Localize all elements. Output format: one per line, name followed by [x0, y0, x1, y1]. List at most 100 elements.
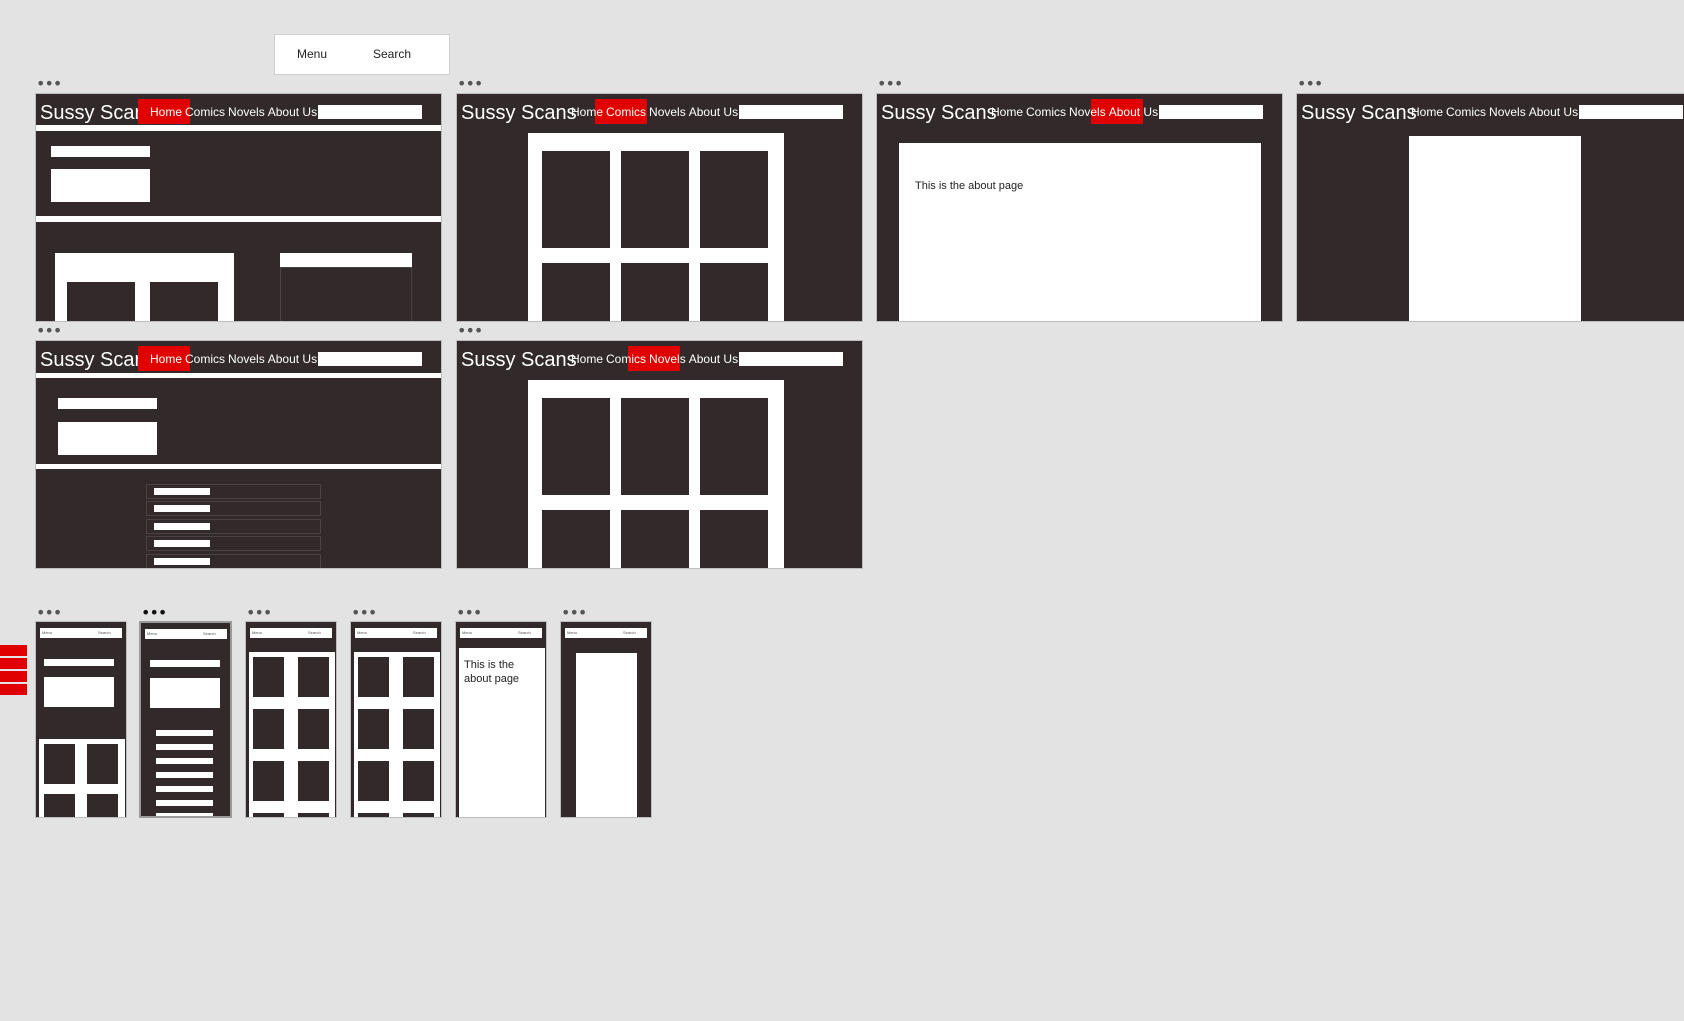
artboard-novel-detail[interactable]: Sussy Scans Home Comics Novels About Us	[35, 340, 442, 569]
nav-novels[interactable]: Novels	[228, 105, 265, 119]
mobile-menu-button[interactable]: Menu	[357, 630, 367, 635]
side-handle[interactable]	[0, 645, 27, 656]
mobile-search-button[interactable]: Search	[623, 630, 636, 635]
artboard-options-icon[interactable]: •••	[457, 323, 483, 339]
novel-thumb[interactable]	[358, 813, 389, 817]
comic-thumb[interactable]	[87, 744, 118, 784]
novel-thumb[interactable]	[358, 709, 389, 749]
nav-home[interactable]: Home	[150, 352, 182, 366]
novel-thumb[interactable]	[403, 657, 434, 697]
mobile-artboard-comics[interactable]: Menu Search	[245, 621, 337, 818]
chapter-label[interactable]	[156, 813, 213, 816]
mobile-menu-button[interactable]: Menu	[42, 630, 52, 635]
novel-thumb[interactable]	[403, 709, 434, 749]
search-input[interactable]	[739, 352, 843, 366]
mobile-artboard-novel-detail[interactable]: Menu Search	[139, 621, 232, 818]
nav-about[interactable]: About Us	[689, 352, 738, 366]
comic-thumb[interactable]	[621, 151, 689, 248]
mobile-artboard-novels[interactable]: Menu Search	[350, 621, 442, 818]
chapter-label[interactable]	[156, 786, 213, 792]
nav-novels[interactable]: Novels	[649, 105, 686, 119]
nav-about[interactable]: About Us	[1109, 105, 1158, 119]
comic-thumb[interactable]	[253, 709, 284, 749]
comic-thumb[interactable]	[253, 761, 284, 801]
nav-home[interactable]: Home	[571, 352, 603, 366]
artboard-reader[interactable]: Sussy Scans Home Comics Novels About Us	[1296, 93, 1684, 322]
comic-thumb[interactable]	[44, 794, 75, 817]
artboard-options-icon[interactable]: •••	[456, 605, 482, 621]
comic-thumb[interactable]	[298, 709, 329, 749]
nav-novels[interactable]: Novels	[649, 352, 686, 366]
artboard-home[interactable]: Sussy Scans Home Comics Novels About Us	[35, 93, 442, 322]
search-input[interactable]	[1159, 105, 1263, 119]
mobile-menu-button[interactable]: Menu	[252, 630, 262, 635]
nav-comics[interactable]: Comics	[1446, 105, 1486, 119]
nav-novels[interactable]: Novels	[228, 352, 265, 366]
comic-thumb[interactable]	[44, 744, 75, 784]
artboard-options-icon[interactable]: •••	[36, 76, 62, 92]
novel-thumb[interactable]	[358, 657, 389, 697]
comic-thumb[interactable]	[542, 151, 610, 248]
chapter-label[interactable]	[156, 800, 213, 806]
mobile-menu-button[interactable]: Menu	[147, 631, 157, 636]
artboard-options-icon[interactable]: •••	[141, 605, 167, 621]
mobile-menu-button[interactable]: Menu	[462, 630, 472, 635]
search-button[interactable]: Search	[373, 47, 411, 61]
side-handle[interactable]	[0, 658, 27, 669]
artboard-comics[interactable]: Sussy Scans Home Comics Novels About Us	[456, 93, 863, 322]
nav-about[interactable]: About Us	[268, 105, 317, 119]
comic-thumb[interactable]	[67, 282, 135, 321]
mobile-search-button[interactable]: Search	[203, 631, 216, 636]
artboard-options-icon[interactable]: •••	[457, 76, 483, 92]
chapter-label[interactable]	[156, 744, 213, 750]
nav-about[interactable]: About Us	[1529, 105, 1578, 119]
comic-thumb[interactable]	[87, 794, 118, 817]
novel-thumb[interactable]	[700, 510, 768, 568]
novel-thumb[interactable]	[403, 761, 434, 801]
artboard-options-icon[interactable]: •••	[877, 76, 903, 92]
search-input[interactable]	[318, 105, 422, 119]
artboard-options-icon[interactable]: •••	[246, 605, 272, 621]
nav-comics[interactable]: Comics	[606, 105, 646, 119]
comic-thumb[interactable]	[253, 657, 284, 697]
comic-thumb[interactable]	[298, 813, 329, 817]
artboard-options-icon[interactable]: •••	[1297, 76, 1323, 92]
comic-thumb[interactable]	[298, 761, 329, 801]
nav-home[interactable]: Home	[991, 105, 1023, 119]
nav-comics[interactable]: Comics	[606, 352, 646, 366]
nav-novels[interactable]: Novels	[1489, 105, 1526, 119]
novel-thumb[interactable]	[358, 761, 389, 801]
search-input[interactable]	[1579, 105, 1683, 119]
nav-comics[interactable]: Comics	[1026, 105, 1066, 119]
novel-thumb[interactable]	[542, 398, 610, 495]
novel-thumb[interactable]	[542, 510, 610, 568]
comic-thumb[interactable]	[700, 151, 768, 248]
mobile-search-button[interactable]: Search	[413, 630, 426, 635]
comic-thumb[interactable]	[621, 263, 689, 321]
mobile-artboard-about[interactable]: Menu Search This is the about page	[455, 621, 547, 818]
chapter-label[interactable]	[156, 758, 213, 764]
comic-thumb[interactable]	[700, 263, 768, 321]
mobile-search-button[interactable]: Search	[308, 630, 321, 635]
nav-about[interactable]: About Us	[268, 352, 317, 366]
mobile-search-button[interactable]: Search	[518, 630, 531, 635]
chapter-label[interactable]	[156, 730, 213, 736]
side-handle[interactable]	[0, 671, 27, 682]
chapter-label[interactable]	[156, 772, 213, 778]
mobile-artboard-reader[interactable]: Menu Search	[560, 621, 652, 818]
artboard-about[interactable]: Sussy Scans Home Comics Novels About Us Thi…	[876, 93, 1283, 322]
comic-thumb[interactable]	[542, 263, 610, 321]
search-input[interactable]	[739, 105, 843, 119]
comic-thumb[interactable]	[253, 813, 284, 817]
artboard-options-icon[interactable]: •••	[36, 605, 62, 621]
artboard-options-icon[interactable]: •••	[351, 605, 377, 621]
mobile-artboard-home[interactable]: Menu Search	[35, 621, 127, 818]
comic-thumb[interactable]	[150, 282, 218, 321]
novel-thumb[interactable]	[621, 510, 689, 568]
mobile-menu-button[interactable]: Menu	[567, 630, 577, 635]
nav-home[interactable]: Home	[150, 105, 182, 119]
mobile-search-button[interactable]: Search	[98, 630, 111, 635]
nav-comics[interactable]: Comics	[185, 352, 225, 366]
nav-novels[interactable]: Novels	[1069, 105, 1106, 119]
comic-thumb[interactable]	[298, 657, 329, 697]
